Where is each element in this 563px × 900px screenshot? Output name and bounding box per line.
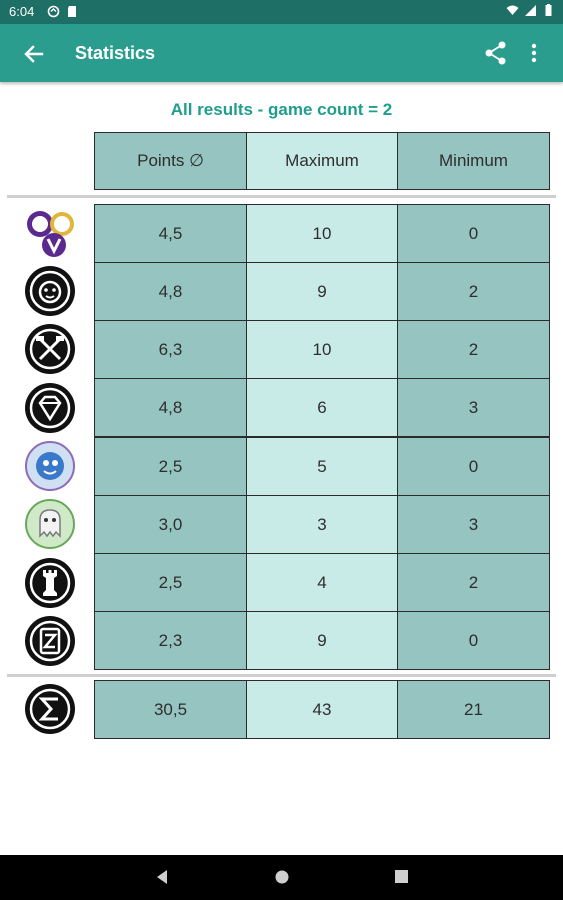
row-max: 9 — [246, 611, 398, 670]
wifi-icon — [506, 5, 519, 15]
header-minimum: Minimum — [397, 132, 550, 190]
blue-creature-icon — [25, 441, 75, 491]
crossed-tools-icon — [25, 324, 75, 374]
row-max: 9 — [246, 262, 398, 321]
purple-circles-icon — [27, 211, 74, 257]
player-icon-row — [24, 498, 76, 550]
row-min: 2 — [397, 553, 550, 612]
page-title: Statistics — [75, 43, 156, 63]
row-min: 2 — [397, 262, 550, 321]
total-avg: 30,5 — [94, 680, 247, 739]
player-icon-row — [24, 382, 76, 434]
table-divider — [7, 195, 556, 198]
diamond-icon — [25, 383, 75, 433]
row-avg: 3,0 — [94, 495, 247, 554]
recents-square-icon[interactable] — [394, 869, 409, 884]
row-avg: 2,5 — [94, 437, 247, 496]
results-subtitle: All results - game count = 2 — [170, 100, 393, 119]
share-icon[interactable] — [483, 39, 509, 67]
sync-icon — [47, 5, 60, 18]
row-min: 0 — [397, 204, 550, 263]
row-min: 0 — [397, 611, 550, 670]
app-toolbar: Statistics — [0, 24, 563, 82]
row-max: 4 — [246, 553, 398, 612]
header-points-avg: Points ∅ — [94, 132, 247, 190]
green-ghost-icon — [25, 499, 75, 549]
player-icon-row — [24, 440, 76, 492]
row-min: 3 — [397, 495, 550, 554]
system-nav-bar — [0, 855, 563, 900]
player-icon-row — [24, 615, 76, 667]
more-vert-icon[interactable] — [524, 39, 544, 67]
row-min: 2 — [397, 320, 550, 379]
table-divider — [7, 674, 556, 677]
player-icon-row — [24, 265, 76, 317]
total-icon-holder — [24, 683, 76, 735]
total-max: 43 — [246, 680, 398, 739]
row-avg: 4,8 — [94, 378, 247, 437]
row-avg: 4,5 — [94, 204, 247, 263]
row-min: 3 — [397, 378, 550, 437]
sd-card-icon — [68, 6, 76, 17]
row-max: 10 — [246, 320, 398, 379]
scroll-z-icon — [25, 616, 75, 666]
row-avg: 6,3 — [94, 320, 247, 379]
row-avg: 2,3 — [94, 611, 247, 670]
row-max: 5 — [246, 437, 398, 496]
row-max: 10 — [246, 204, 398, 263]
back-arrow-icon[interactable] — [18, 38, 50, 70]
battery-icon — [545, 4, 552, 16]
row-avg: 2,5 — [94, 553, 247, 612]
back-triangle-icon[interactable] — [155, 869, 169, 885]
player-icon-row — [24, 323, 76, 375]
row-max: 6 — [246, 378, 398, 437]
row-avg: 4,8 — [94, 262, 247, 321]
home-circle-icon[interactable] — [274, 869, 290, 885]
header-maximum: Maximum — [246, 132, 398, 190]
player-icon-row — [24, 557, 76, 609]
chess-rook-icon — [25, 558, 75, 608]
total-min: 21 — [397, 680, 550, 739]
status-bar: 6:04 — [0, 0, 563, 24]
row-max: 3 — [246, 495, 398, 554]
sigma-icon — [25, 684, 75, 734]
status-time: 6:04 — [9, 4, 35, 19]
player-icon-row — [24, 207, 76, 259]
row-min: 0 — [397, 437, 550, 496]
signal-icon — [525, 5, 536, 16]
lion-face-icon — [25, 266, 75, 316]
